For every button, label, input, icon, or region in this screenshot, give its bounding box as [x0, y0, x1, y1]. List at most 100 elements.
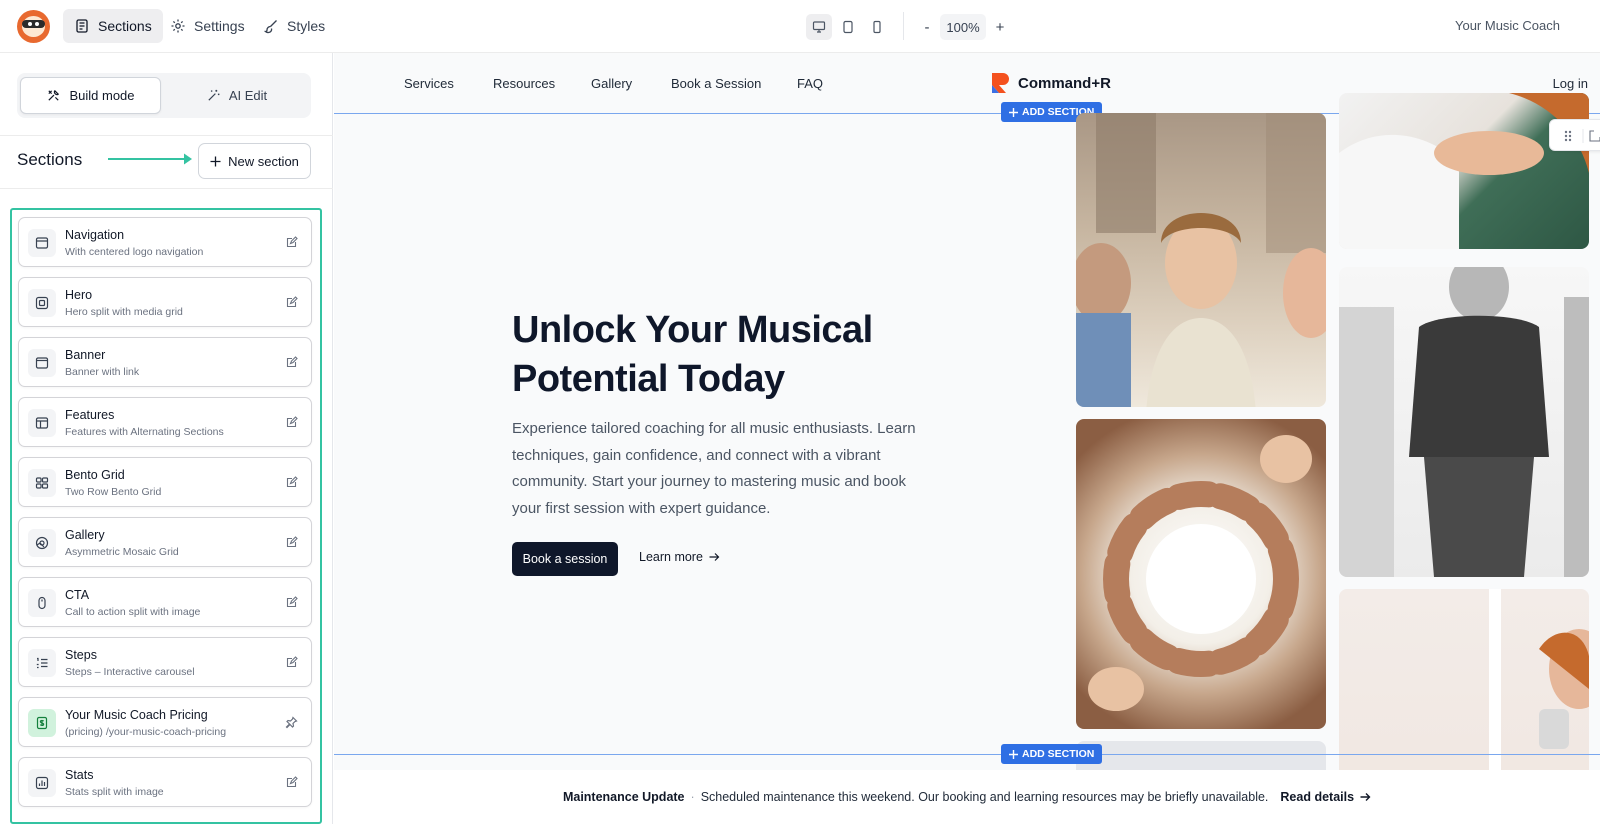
- tablet-view-button[interactable]: [835, 14, 861, 40]
- grid-icon: [28, 469, 56, 497]
- zoom-level[interactable]: 100%: [940, 14, 986, 40]
- section-title: Steps: [65, 648, 97, 662]
- section-item-stats[interactable]: Stats Stats split with image: [18, 757, 312, 807]
- mouse-icon: [28, 589, 56, 617]
- pin-icon[interactable]: [285, 716, 298, 729]
- top-bar: Sections Settings Styles - 100% + Your M…: [0, 0, 1600, 53]
- bar-chart-icon: [28, 769, 56, 797]
- photo-illustration: [1076, 113, 1326, 407]
- banner-title: Maintenance Update: [562, 790, 685, 804]
- logo-mask: [22, 20, 45, 28]
- section-item-cta[interactable]: CTA Call to action split with image: [18, 577, 312, 627]
- edit-icon[interactable]: [285, 476, 298, 489]
- gear-icon: [171, 19, 185, 33]
- tab-label: Styles: [287, 18, 326, 34]
- section-item-hero[interactable]: Hero Hero split with media grid: [18, 277, 312, 327]
- numbered-list-icon: [28, 649, 56, 677]
- hero-title: Unlock Your Musical Potential Today: [512, 309, 873, 400]
- section-item-steps[interactable]: Steps Steps – Interactive carousel: [18, 637, 312, 687]
- section-toolbar[interactable]: [1549, 119, 1600, 151]
- zoom-in-button[interactable]: +: [990, 14, 1010, 40]
- app-logo[interactable]: [17, 10, 50, 43]
- photo-illustration: [1088, 435, 1312, 711]
- mode-label: Build mode: [69, 88, 135, 103]
- edit-icon[interactable]: [285, 536, 298, 549]
- site-brand[interactable]: Command+R: [990, 71, 1111, 95]
- edit-icon[interactable]: [285, 596, 298, 609]
- section-subtitle: Features with Alternating Sections: [65, 426, 224, 438]
- mode-label: AI Edit: [228, 88, 268, 103]
- plus-icon: [1009, 749, 1018, 759]
- mobile-view-button[interactable]: [864, 14, 890, 40]
- photo-illustration: [1339, 93, 1589, 249]
- tab-settings[interactable]: Settings: [159, 9, 256, 43]
- arrow-right-icon: [108, 153, 192, 165]
- book-session-button[interactable]: Book a session: [512, 542, 618, 576]
- build-mode-button[interactable]: Build mode: [20, 77, 161, 114]
- new-section-button[interactable]: New section: [198, 143, 311, 179]
- pricing-page-icon: [28, 709, 56, 737]
- edit-icon[interactable]: [285, 296, 298, 309]
- section-subtitle: Hero split with media grid: [65, 306, 183, 318]
- drag-handle-icon: [1564, 129, 1600, 143]
- hero-photo-smiling-group: [1076, 113, 1326, 407]
- banner-separator: ·: [690, 790, 695, 804]
- magic-wand-icon: [208, 89, 220, 101]
- site-login-link[interactable]: Log in: [1553, 76, 1588, 91]
- section-subtitle: With centered logo navigation: [65, 246, 204, 258]
- section-item-bento-grid[interactable]: Bento Grid Two Row Bento Grid: [18, 457, 312, 507]
- edit-icon[interactable]: [285, 236, 298, 249]
- tab-styles[interactable]: Styles: [252, 9, 336, 43]
- logo-eye: [28, 22, 32, 26]
- section-list: Navigation With centered logo navigation…: [10, 208, 322, 824]
- section-subtitle: Two Row Bento Grid: [65, 486, 162, 498]
- toolbar-divider: [903, 12, 904, 40]
- ai-edit-button[interactable]: AI Edit: [165, 77, 308, 114]
- sections-panel: Build mode AI Edit Sections New section …: [0, 53, 333, 824]
- maintenance-banner: Maintenance Update · Scheduled maintenan…: [334, 770, 1600, 824]
- section-item-banner[interactable]: Banner Banner with link: [18, 337, 312, 387]
- add-section-button-bottom[interactable]: ADD SECTION: [1001, 744, 1103, 764]
- edit-icon[interactable]: [285, 776, 298, 789]
- site-nav-book-session[interactable]: Book a Session: [671, 76, 761, 91]
- hero-description: Experience tailored coaching for all mus…: [512, 420, 916, 517]
- layout-icon: [28, 409, 56, 437]
- section-item-features[interactable]: Features Features with Alternating Secti…: [18, 397, 312, 447]
- learn-more-link[interactable]: Learn more: [639, 550, 720, 564]
- add-section-label: ADD SECTION: [1022, 748, 1095, 760]
- arrow-right-icon: [709, 553, 720, 561]
- site-preview[interactable]: Services Resources Gallery Book a Sessio…: [334, 53, 1600, 824]
- hero-photo-woman-phone: [1339, 267, 1589, 577]
- mobile-icon: [873, 20, 881, 34]
- tab-sections[interactable]: Sections: [63, 9, 163, 43]
- section-subtitle: (pricing) /your-music-coach-pricing: [65, 726, 227, 738]
- banner-icon: [28, 349, 56, 377]
- desktop-icon: [812, 21, 826, 33]
- site-nav-faq[interactable]: FAQ: [797, 76, 823, 91]
- section-subtitle: Asymmetric Mosaic Grid: [65, 546, 179, 558]
- section-item-navigation[interactable]: Navigation With centered logo navigation: [18, 217, 312, 267]
- edit-icon[interactable]: [285, 356, 298, 369]
- site-name[interactable]: Your Music Coach: [1455, 18, 1560, 33]
- edit-icon[interactable]: [285, 416, 298, 429]
- site-nav-gallery[interactable]: Gallery: [591, 76, 632, 91]
- tablet-icon: [843, 20, 853, 34]
- brand-logo-icon: [992, 73, 1009, 93]
- section-item-gallery[interactable]: Gallery Asymmetric Mosaic Grid: [18, 517, 312, 567]
- section-title: Features: [65, 408, 115, 422]
- section-subtitle: Stats split with image: [65, 786, 164, 798]
- read-details-link[interactable]: Read details: [1280, 790, 1354, 804]
- arrow-right-icon[interactable]: [1360, 792, 1371, 802]
- section-title: CTA: [65, 588, 90, 602]
- photo-illustration: [1339, 267, 1589, 577]
- edit-icon[interactable]: [285, 656, 298, 669]
- image-frame-icon: [28, 289, 56, 317]
- zoom-out-button[interactable]: -: [917, 14, 937, 40]
- site-nav-services[interactable]: Services: [404, 76, 454, 91]
- mode-switch: Build mode AI Edit: [17, 73, 311, 118]
- section-item-pricing[interactable]: Your Music Coach Pricing (pricing) /your…: [18, 697, 312, 747]
- section-title: Stats: [65, 768, 94, 782]
- desktop-view-button[interactable]: [806, 14, 832, 40]
- site-nav-resources[interactable]: Resources: [493, 76, 555, 91]
- plus-icon: [1009, 107, 1018, 117]
